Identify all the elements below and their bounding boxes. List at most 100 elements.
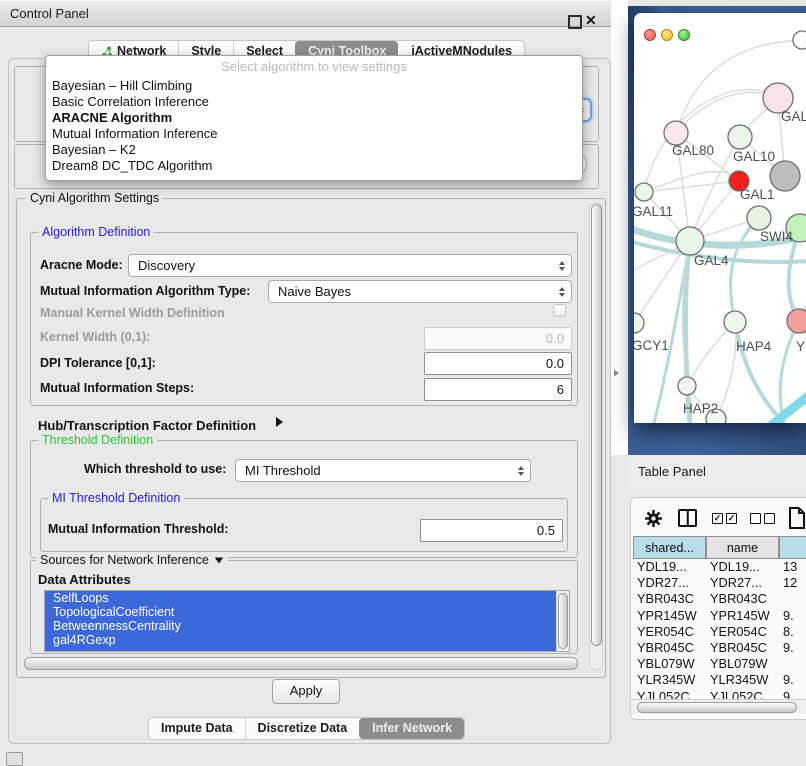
attribute-item[interactable]: SelfLoops [45,591,569,605]
network-graph[interactable]: GALGAL80GAL10GAL11GAL1SWI4GAL4GCY1HAP4YH… [634,13,806,423]
splitter-collapse-icon[interactable] [614,370,619,377]
sources-collapse-icon[interactable] [215,557,224,563]
algorithm-option[interactable]: Dream8 DC_TDC Algorithm [46,158,582,174]
table-row[interactable]: YBR045CYBR045C9. [631,640,806,656]
table-row[interactable]: YDR27...YDR27...12 [631,575,806,591]
table-row[interactable]: YDL19...YDL19...13 [631,559,806,575]
network-node-gal1[interactable] [747,206,771,230]
node-label: HAP2 [683,401,718,416]
attr-selected-filler [45,647,569,651]
algorithm-option[interactable]: Bayesian – K2 [46,142,582,158]
network-node-gal10[interactable] [728,125,752,149]
data-attributes-label: Data Attributes [38,572,131,587]
show-checked-columns-icon[interactable]: ✓ [712,513,723,524]
algorithm-option[interactable]: Bayesian – Hill Climbing [46,78,582,94]
algorithm-option[interactable]: ARACNE Algorithm [46,110,582,126]
table-cell: YER054C [710,624,767,640]
algorithm-option[interactable]: Mutual Information Inference [46,126,582,142]
algorithm-option[interactable]: Basic Correlation Inference [46,94,582,110]
table-hscrollbar[interactable] [631,699,806,714]
mi-type-label: Mutual Information Algorithm Type: [40,284,250,298]
mi-threshold-field[interactable]: 0.5 [420,519,563,542]
manual-kernel-checkbox[interactable] [553,304,566,317]
table-cell: YBL079W [710,656,768,672]
algorithm-definition-legend: Algorithm Definition [38,225,154,239]
apply-button[interactable]: Apply [272,679,340,704]
table-hscrollbar-thumb[interactable] [637,702,797,713]
dpi-tolerance-label: DPI Tolerance [0,1]: [40,356,156,370]
attribute-item[interactable]: gal4RGexp [45,633,569,647]
table-cell: YER054C [637,624,694,640]
table-cell: 9. [783,672,794,688]
data-attributes-list[interactable]: SelfLoopsTopologicalCoefficientBetweenne… [44,590,570,652]
network-node-gal4[interactable] [676,227,704,255]
which-threshold-combo[interactable]: MI Threshold [235,459,531,482]
settings-hscrollbar-thumb[interactable] [24,657,578,670]
hide-columns-icon[interactable] [764,513,775,524]
table-cell: 13 [783,559,797,575]
column-header[interactable]: shared... [633,536,706,559]
table-row[interactable]: YBR043CYBR043C [631,591,806,607]
settings-vscrollbar-thumb[interactable] [591,204,602,646]
which-threshold-value: MI Threshold [245,463,321,478]
table-cell: YDR27... [637,575,689,591]
network-node-hap2[interactable] [678,377,696,395]
network-node[interactable] [793,31,806,49]
table-row[interactable]: YBL079W YBL079W [631,656,806,672]
sources-legend[interactable]: Sources for Network Inference [36,553,228,567]
tab-impute-data[interactable]: Impute Data [149,718,245,739]
table-cell: 8. [783,624,794,640]
close-icon[interactable]: ✕ [585,13,597,27]
node-label: GAL10 [733,149,775,164]
table-cell: YJL052C [710,689,763,699]
export-table-icon[interactable] [788,507,806,529]
table-row[interactable]: YER054C YER054C 8. [631,624,806,640]
mi-steps-field[interactable]: 6 [424,378,572,401]
column-header[interactable] [779,536,806,559]
table-cell: YBR045C [637,640,694,656]
combo-stepper-icon [518,466,524,476]
tab-discretize-data[interactable]: Discretize Data [245,718,360,739]
table-cell: YDL19... [710,559,760,575]
table-container: ✓ ✓ shared...name YDL19...YDL19...13YDR2… [630,497,806,720]
attribute-item[interactable]: TopologicalCoefficient [45,605,569,619]
column-header[interactable]: name [706,536,779,559]
mi-threshold-label: Mutual Information Threshold: [48,522,229,536]
dpi-tolerance-field[interactable]: 0.0 [424,352,572,375]
attribute-item[interactable]: BetweennessCentrality [45,619,569,633]
node-label: Y [796,339,805,354]
show-checked-columns-icon[interactable]: ✓ [726,513,737,524]
network-node-hap4[interactable] [724,311,746,333]
float-window-icon[interactable] [568,15,582,29]
mi-threshold-legend: MI Threshold Definition [48,491,184,505]
kernel-width-label: Kernel Width (0,1): [40,330,150,344]
attr-list-scrollbar-thumb[interactable] [558,593,568,649]
table-row[interactable]: YLR345WYLR345W9. [631,672,806,688]
network-node-gal11[interactable] [635,183,653,201]
tab-label: Impute Data [161,718,233,739]
hide-columns-icon[interactable] [750,513,761,524]
network-node-gcy1[interactable] [634,313,644,333]
table-row[interactable]: YJL052CYJL052C9. [631,689,806,699]
aracne-mode-combo[interactable]: Discovery [128,254,572,277]
collapsed-panel-icon[interactable] [6,752,23,766]
gear-icon[interactable] [645,510,662,527]
network-node-y[interactable] [787,309,806,333]
node-label: HAP4 [736,339,772,354]
network-node-gal80[interactable] [664,121,688,145]
algorithm-dropdown-popup: Select algorithm to view settings Bayesi… [45,55,583,181]
table-cell: YPR145W [637,608,697,624]
network-window[interactable]: GALGAL80GAL10GAL11GAL1SWI4GAL4GCY1HAP4YH… [634,13,806,423]
table-row[interactable]: YPR145WYPR145W9. [631,608,806,624]
table-panel-title: Table Panel [638,464,706,479]
tab-infer-network[interactable]: Infer Network [359,718,464,739]
hub-definition-label[interactable]: Hub/Transcription Factor Definition [38,418,256,433]
mi-type-combo[interactable]: Naive Bayes [268,280,572,303]
node-label: GAL [781,109,806,124]
kernel-width-field[interactable]: 0.0 [424,327,572,350]
split-columns-icon[interactable] [678,509,697,527]
hub-expand-icon[interactable] [276,417,283,427]
attr-list-scrollbar[interactable] [556,591,569,651]
screen: { "window": { "title": "Control Panel" }… [0,0,806,762]
table-cell: YBL079W [637,656,695,672]
